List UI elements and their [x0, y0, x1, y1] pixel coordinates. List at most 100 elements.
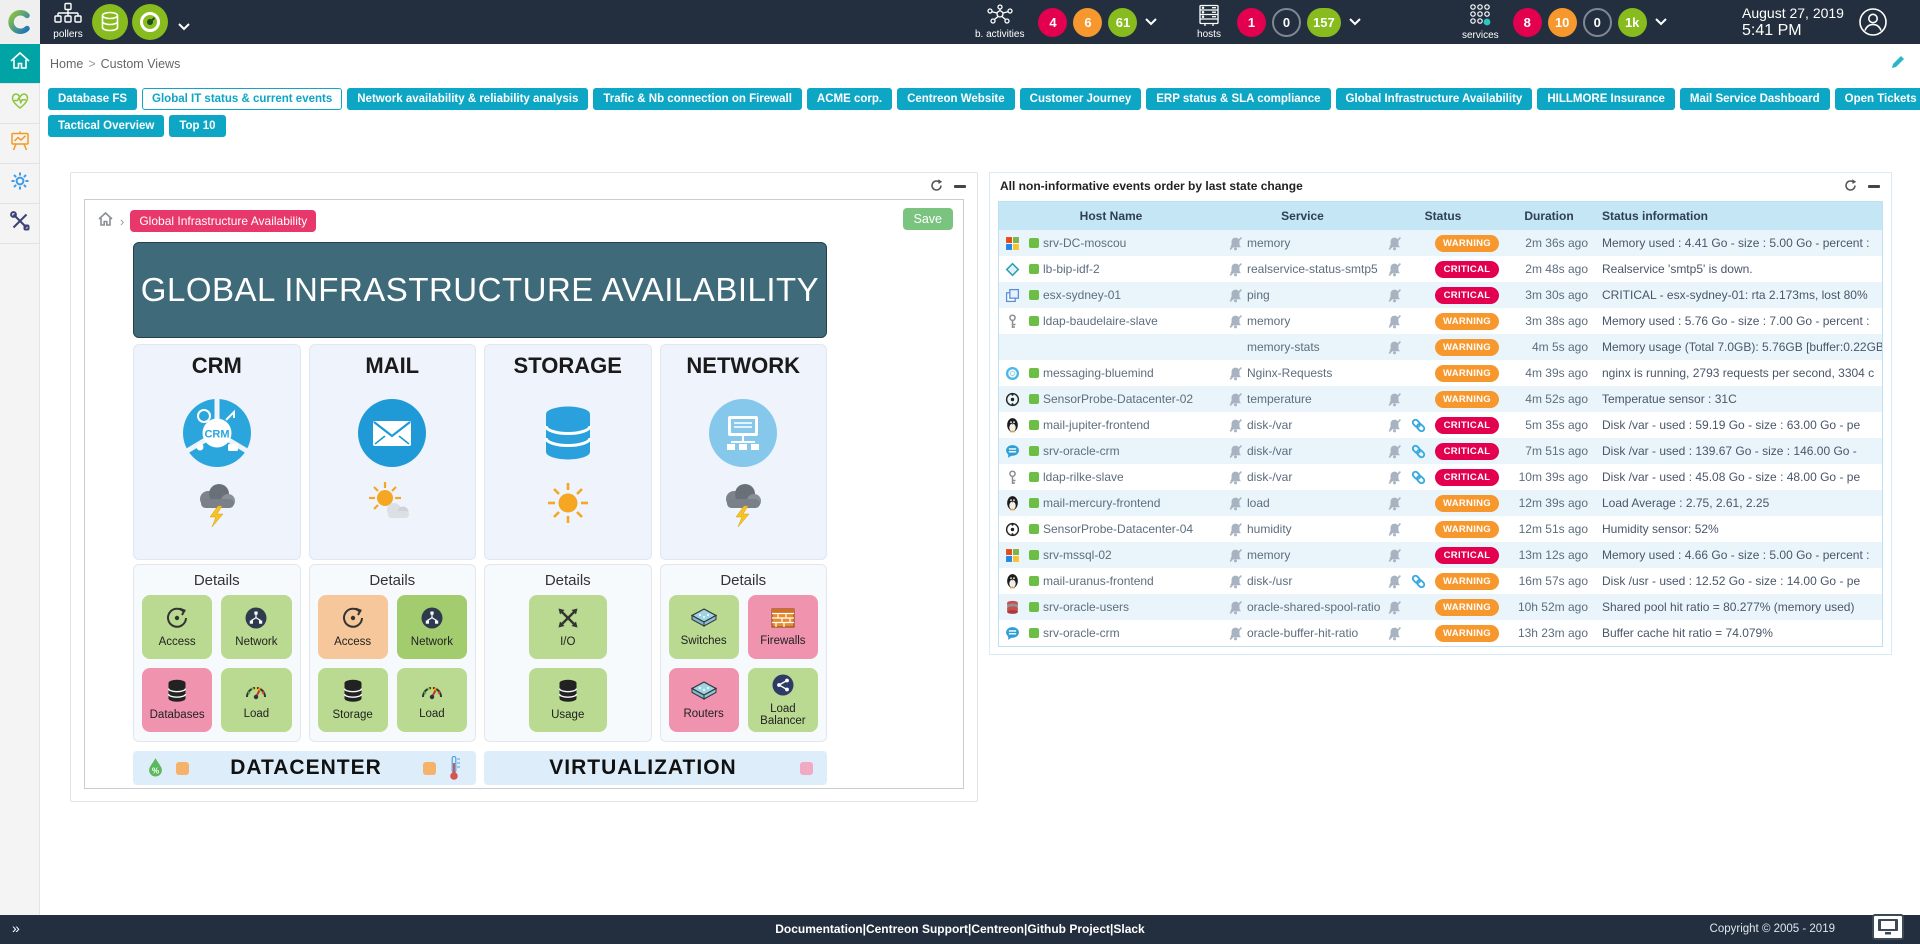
service-name[interactable]: memory	[1247, 548, 1382, 562]
notification-muted-icon[interactable]	[1382, 288, 1406, 303]
notification-muted-icon[interactable]	[1223, 548, 1247, 563]
service-name[interactable]: disk-/var	[1247, 444, 1382, 458]
host-name[interactable]: srv-DC-moscou	[1043, 236, 1223, 250]
event-row[interactable]: srv-mssql-02memoryCRITICAL13m 12s agoMem…	[999, 542, 1882, 568]
host-name[interactable]: ldap-baudelaire-slave	[1043, 314, 1223, 328]
notification-muted-icon[interactable]	[1382, 444, 1406, 459]
event-row[interactable]: esx-sydney-01pingCRITICAL3m 30s agoCRITI…	[999, 282, 1882, 308]
event-row[interactable]: mail-jupiter-frontenddisk-/varCRITICAL5m…	[999, 412, 1882, 438]
event-row[interactable]: ldap-baudelaire-slavememoryWARNING3m 38s…	[999, 308, 1882, 334]
detail-tile-network[interactable]: Network	[397, 595, 467, 659]
sidebar-item-monitoring[interactable]	[0, 84, 40, 124]
service-name[interactable]: disk-/usr	[1247, 574, 1382, 588]
host-name[interactable]: SensorProbe-Datacenter-02	[1043, 392, 1223, 406]
notification-muted-icon[interactable]	[1223, 574, 1247, 589]
notification-muted-icon[interactable]	[1382, 236, 1406, 251]
status-badge-services-10[interactable]: 10	[1548, 8, 1577, 37]
status-badge-hosts-0[interactable]: 0	[1272, 8, 1301, 37]
detail-tile-routers[interactable]: Routers	[669, 668, 739, 732]
notification-muted-icon[interactable]	[1223, 236, 1247, 251]
tab-mail-service-dashboard[interactable]: Mail Service Dashboard	[1680, 88, 1830, 110]
detail-tile-network[interactable]: Network	[221, 595, 291, 659]
service-name[interactable]: temperature	[1247, 392, 1382, 406]
host-name[interactable]: mail-uranus-frontend	[1043, 574, 1223, 588]
chevron-down-icon[interactable]	[1145, 13, 1157, 31]
tab-database-fs[interactable]: Database FS	[48, 88, 137, 110]
sidebar-item-reporting[interactable]	[0, 124, 40, 164]
tab-tactical-overview[interactable]: Tactical Overview	[48, 115, 164, 137]
event-row[interactable]: SensorProbe-Datacenter-02temperatureWARN…	[999, 386, 1882, 412]
host-name[interactable]: srv-mssql-02	[1043, 548, 1223, 562]
notification-muted-icon[interactable]	[1223, 470, 1247, 485]
detail-tile-load[interactable]: Load	[221, 668, 291, 732]
sidebar-item-configuration[interactable]	[0, 164, 40, 204]
notification-muted-icon[interactable]	[1382, 600, 1406, 615]
user-avatar-icon[interactable]	[1858, 7, 1888, 42]
detail-tile-access[interactable]: Access	[142, 595, 212, 659]
hosts-icon[interactable]: hosts	[1195, 4, 1223, 40]
service-name[interactable]: disk-/var	[1247, 470, 1382, 484]
host-name[interactable]: messaging-bluemind	[1043, 366, 1223, 380]
edit-pencil-icon[interactable]	[1890, 54, 1906, 75]
service-name[interactable]: oracle-shared-spool-ratio	[1247, 600, 1382, 614]
notification-muted-icon[interactable]	[1223, 314, 1247, 329]
notification-muted-icon[interactable]	[1382, 470, 1406, 485]
notification-muted-icon[interactable]	[1223, 522, 1247, 537]
tab-top-10[interactable]: Top 10	[169, 115, 225, 137]
service-name[interactable]: load	[1247, 496, 1382, 510]
service-name[interactable]: Nginx-Requests	[1247, 366, 1382, 380]
status-badge-hosts-1[interactable]: 1	[1237, 8, 1266, 37]
host-name[interactable]: SensorProbe-Datacenter-04	[1043, 522, 1223, 536]
notification-muted-icon[interactable]	[1382, 392, 1406, 407]
detail-tile-databases[interactable]: Databases	[142, 668, 212, 732]
tab-centreon-website[interactable]: Centreon Website	[897, 88, 1015, 110]
service-link-icon[interactable]	[1406, 444, 1430, 459]
service-name[interactable]: oracle-buffer-hit-ratio	[1247, 626, 1382, 640]
host-name[interactable]: esx-sydney-01	[1043, 288, 1223, 302]
tab-open-tickets[interactable]: Open Tickets	[1835, 88, 1920, 110]
tab-acme-corp[interactable]: ACME corp.	[807, 88, 892, 110]
notification-muted-icon[interactable]	[1382, 418, 1406, 433]
widget-minimize-icon[interactable]	[953, 179, 967, 198]
service-name[interactable]: humidity	[1247, 522, 1382, 536]
breadcrumb-custom-views[interactable]: Custom Views	[101, 57, 181, 71]
status-badge-hosts-157[interactable]: 157	[1307, 8, 1341, 37]
save-button[interactable]: Save	[903, 208, 954, 230]
status-badge-services-0[interactable]: 0	[1583, 8, 1612, 37]
centreon-logo[interactable]	[0, 0, 40, 44]
activities-icon[interactable]: b. activities	[975, 4, 1024, 40]
footer-link-centreon-support[interactable]: Centreon Support	[866, 922, 968, 936]
notification-muted-icon[interactable]	[1382, 496, 1406, 511]
services-icon[interactable]: services	[1462, 3, 1499, 41]
host-name[interactable]: mail-mercury-frontend	[1043, 496, 1223, 510]
widget-refresh-icon[interactable]	[929, 178, 944, 198]
sidebar-item-administration[interactable]	[0, 204, 40, 244]
notification-muted-icon[interactable]	[1382, 314, 1406, 329]
chevron-down-icon[interactable]	[1349, 13, 1361, 31]
host-name[interactable]: ldap-rilke-slave	[1043, 470, 1223, 484]
service-card-storage[interactable]: STORAGE	[484, 344, 652, 560]
service-link-icon[interactable]	[1406, 418, 1430, 433]
tab-erp-status-sla-compliance[interactable]: ERP status & SLA compliance	[1146, 88, 1330, 110]
service-link-icon[interactable]	[1406, 470, 1430, 485]
tab-network-availability-reliability-analysis[interactable]: Network availability & reliability analy…	[347, 88, 588, 110]
notification-muted-icon[interactable]	[1382, 340, 1406, 355]
detail-tile-load[interactable]: Load	[397, 668, 467, 732]
status-badge-b-activities-61[interactable]: 61	[1108, 8, 1137, 37]
host-name[interactable]: srv-oracle-users	[1043, 600, 1223, 614]
notification-muted-icon[interactable]	[1382, 626, 1406, 641]
tab-hillmore-insurance[interactable]: HILLMORE Insurance	[1537, 88, 1675, 110]
notification-muted-icon[interactable]	[1223, 600, 1247, 615]
service-name[interactable]: memory	[1247, 236, 1382, 250]
event-row[interactable]: ldap-rilke-slavedisk-/varCRITICAL10m 39s…	[999, 464, 1882, 490]
event-row[interactable]: messaging-bluemindNginx-RequestsWARNING4…	[999, 360, 1882, 386]
service-name[interactable]: ping	[1247, 288, 1382, 302]
notification-muted-icon[interactable]	[1382, 262, 1406, 277]
detail-tile-switches[interactable]: Switches	[669, 595, 739, 659]
footer-link-slack[interactable]: Slack	[1113, 922, 1144, 936]
event-row[interactable]: srv-oracle-users oracle-shared-spool-rati…	[999, 594, 1882, 620]
notification-muted-icon[interactable]	[1223, 626, 1247, 641]
notification-muted-icon[interactable]	[1223, 366, 1247, 381]
status-badge-services-1k[interactable]: 1k	[1618, 8, 1647, 37]
detail-tile-load-balancer[interactable]: Load Balancer	[748, 668, 818, 732]
